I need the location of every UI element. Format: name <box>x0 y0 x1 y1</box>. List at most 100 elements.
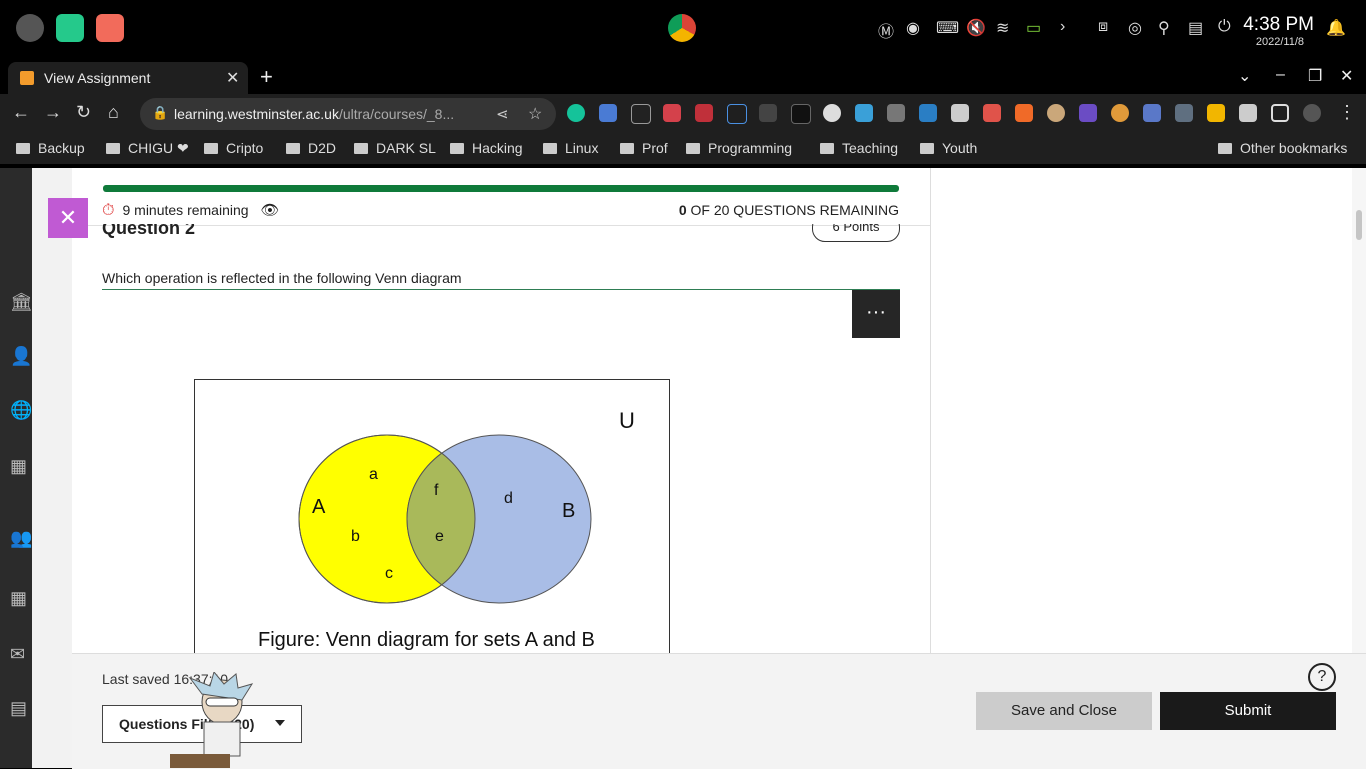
courses-icon[interactable]: ▦ <box>10 456 27 477</box>
bookmark-hacking[interactable]: Hacking <box>450 140 523 156</box>
close-tab-icon[interactable]: ✕ <box>226 68 239 88</box>
grades-icon[interactable]: ▤ <box>10 698 27 719</box>
messages-icon[interactable]: ✉ <box>10 644 25 665</box>
timer[interactable]: ⏱ 9 minutes remaining 👁 <box>102 201 280 220</box>
battery-icon[interactable]: ▭ <box>1026 18 1041 38</box>
keyboard-icon[interactable]: ⌨ <box>936 18 959 38</box>
folder-icon <box>920 143 934 154</box>
tab-search-icon[interactable]: ⌄ <box>1238 66 1251 86</box>
forward-icon[interactable]: → <box>44 102 62 123</box>
save-and-close-button[interactable]: Save and Close <box>976 692 1152 730</box>
bookmark-cripto[interactable]: Cripto <box>204 140 263 156</box>
chrome-tray-icon[interactable]: ◉ <box>906 18 920 38</box>
bookmark-label: Linux <box>565 140 599 156</box>
fox-extension-icon[interactable] <box>1015 104 1033 122</box>
yellow-extension-icon[interactable] <box>1207 104 1225 122</box>
search-icon[interactable]: ⚲ <box>1158 18 1170 38</box>
universe-label: U <box>619 408 635 433</box>
minimize-icon[interactable]: – <box>1276 66 1285 84</box>
other-bookmarks[interactable]: Other bookmarks <box>1218 140 1347 156</box>
apps-grid-icon[interactable] <box>96 14 124 42</box>
submit-button[interactable]: Submit <box>1160 692 1336 730</box>
hat-extension-icon[interactable] <box>759 104 777 122</box>
close-window-icon[interactable]: ✕ <box>1340 66 1353 86</box>
globe-icon[interactable]: 🌐 <box>10 400 32 421</box>
eyes-extension-icon[interactable] <box>1047 104 1065 122</box>
m-app-icon[interactable]: Ⓜ <box>878 18 894 42</box>
folder-icon <box>1218 143 1232 154</box>
pen-extension-icon[interactable] <box>887 104 905 122</box>
bookmark-prof[interactable]: Prof <box>620 140 668 156</box>
element-e: e <box>435 528 444 545</box>
wand-extension-icon[interactable] <box>1143 104 1161 122</box>
bookmark-programming[interactable]: Programming <box>686 140 792 156</box>
new-tab-icon[interactable]: + <box>260 64 273 90</box>
cube-extension-icon[interactable] <box>1079 104 1097 122</box>
brush-extension-icon[interactable] <box>951 104 969 122</box>
bookmarks-bar: Backup CHIGU ❤ Cripto D2D DARK SL Hackin… <box>0 134 1366 164</box>
n-extension-icon[interactable] <box>791 104 811 124</box>
maximize-icon[interactable]: ❐ <box>1308 66 1322 86</box>
element-d: d <box>504 490 513 507</box>
bookmark-chigu[interactable]: CHIGU ❤ <box>106 140 189 157</box>
profile-icon[interactable]: 👤 <box>10 346 32 367</box>
course-content-backdrop <box>32 168 72 768</box>
element-c: c <box>385 565 393 582</box>
folder-icon <box>820 143 834 154</box>
bookmark-teaching[interactable]: Teaching <box>820 140 898 156</box>
pin-extension-icon[interactable] <box>727 104 747 124</box>
address-bar[interactable]: 🔒 learning.westminster.ac.uk/ultra/cours… <box>140 98 556 130</box>
terminal-app-icon[interactable] <box>56 14 84 42</box>
translate-extension-icon[interactable] <box>599 104 617 122</box>
off-extension-icon[interactable] <box>1175 104 1193 122</box>
lock-icon[interactable]: 🔒 <box>152 105 168 121</box>
notification-bell-icon[interactable]: 🔔 <box>1326 18 1346 38</box>
launcher-icon[interactable] <box>16 14 44 42</box>
screenshot-icon[interactable]: ⧈ <box>1098 18 1108 36</box>
extensions-puzzle-icon[interactable] <box>1239 104 1257 122</box>
bookmark-linux[interactable]: Linux <box>543 140 598 156</box>
institution-icon[interactable]: 🏛 <box>10 292 33 313</box>
arrow-extension-icon[interactable] <box>983 104 1001 122</box>
profile-avatar[interactable] <box>1303 104 1321 122</box>
other-bookmarks-label: Other bookmarks <box>1240 140 1348 156</box>
back-icon[interactable]: ← <box>12 102 30 123</box>
bookmark-star-icon[interactable]: ☆ <box>528 104 542 124</box>
bookmark-backup[interactable]: Backup <box>16 140 85 156</box>
panel-scrollbar[interactable] <box>1352 168 1366 653</box>
remaining-text: OF 20 QUESTIONS REMAINING <box>690 202 899 218</box>
power-icon[interactable]: ⏻ <box>1218 18 1231 36</box>
bookmark-d2d[interactable]: D2D <box>286 140 336 156</box>
more-options-button[interactable]: ··· <box>852 290 900 338</box>
home-icon[interactable]: ⌂ <box>108 102 119 123</box>
groups-icon[interactable]: 👥 <box>10 528 32 549</box>
wifi-icon[interactable]: ≋ <box>996 18 1009 38</box>
volume-muted-icon[interactable]: 🔇 <box>966 18 986 38</box>
blue-extension-icon[interactable] <box>919 104 937 122</box>
reload-icon[interactable]: ↻ <box>76 102 91 123</box>
hide-timer-eye-icon[interactable]: 👁 <box>261 202 280 219</box>
side-panel-icon[interactable] <box>1271 104 1289 122</box>
browser-menu-icon[interactable]: ⋮ <box>1338 102 1356 123</box>
heart-extension-icon[interactable] <box>855 104 873 122</box>
glasses-extension-icon[interactable] <box>631 104 651 124</box>
calendar-icon[interactable]: ▦ <box>10 588 27 609</box>
activity-icon[interactable]: ◎ <box>1128 18 1142 38</box>
keyboard-layout-icon[interactable]: ▤ <box>1188 18 1203 38</box>
close-assessment-button[interactable]: ✕ <box>48 198 88 238</box>
mask-extension-icon[interactable] <box>823 104 841 122</box>
bookmark-youth[interactable]: Youth <box>920 140 977 156</box>
share-icon[interactable]: ⋖ <box>496 105 509 123</box>
browser-tab[interactable]: View Assignment ✕ <box>8 62 248 94</box>
chevron-right-icon[interactable]: › <box>1060 18 1065 36</box>
folder-icon <box>204 143 218 154</box>
grammarly-extension-icon[interactable] <box>567 104 585 122</box>
scrollbar-thumb[interactable] <box>1356 210 1362 240</box>
mushroom-extension-icon[interactable] <box>1111 104 1129 122</box>
chrome-icon[interactable] <box>668 14 696 42</box>
clock-time[interactable]: 4:38 PM <box>1243 14 1314 36</box>
badge-extension-icon[interactable] <box>663 104 681 122</box>
bookmark-dark-sl[interactable]: DARK SL <box>354 140 436 156</box>
red-extension-icon[interactable] <box>695 104 713 122</box>
help-button[interactable]: ? <box>1308 663 1336 691</box>
